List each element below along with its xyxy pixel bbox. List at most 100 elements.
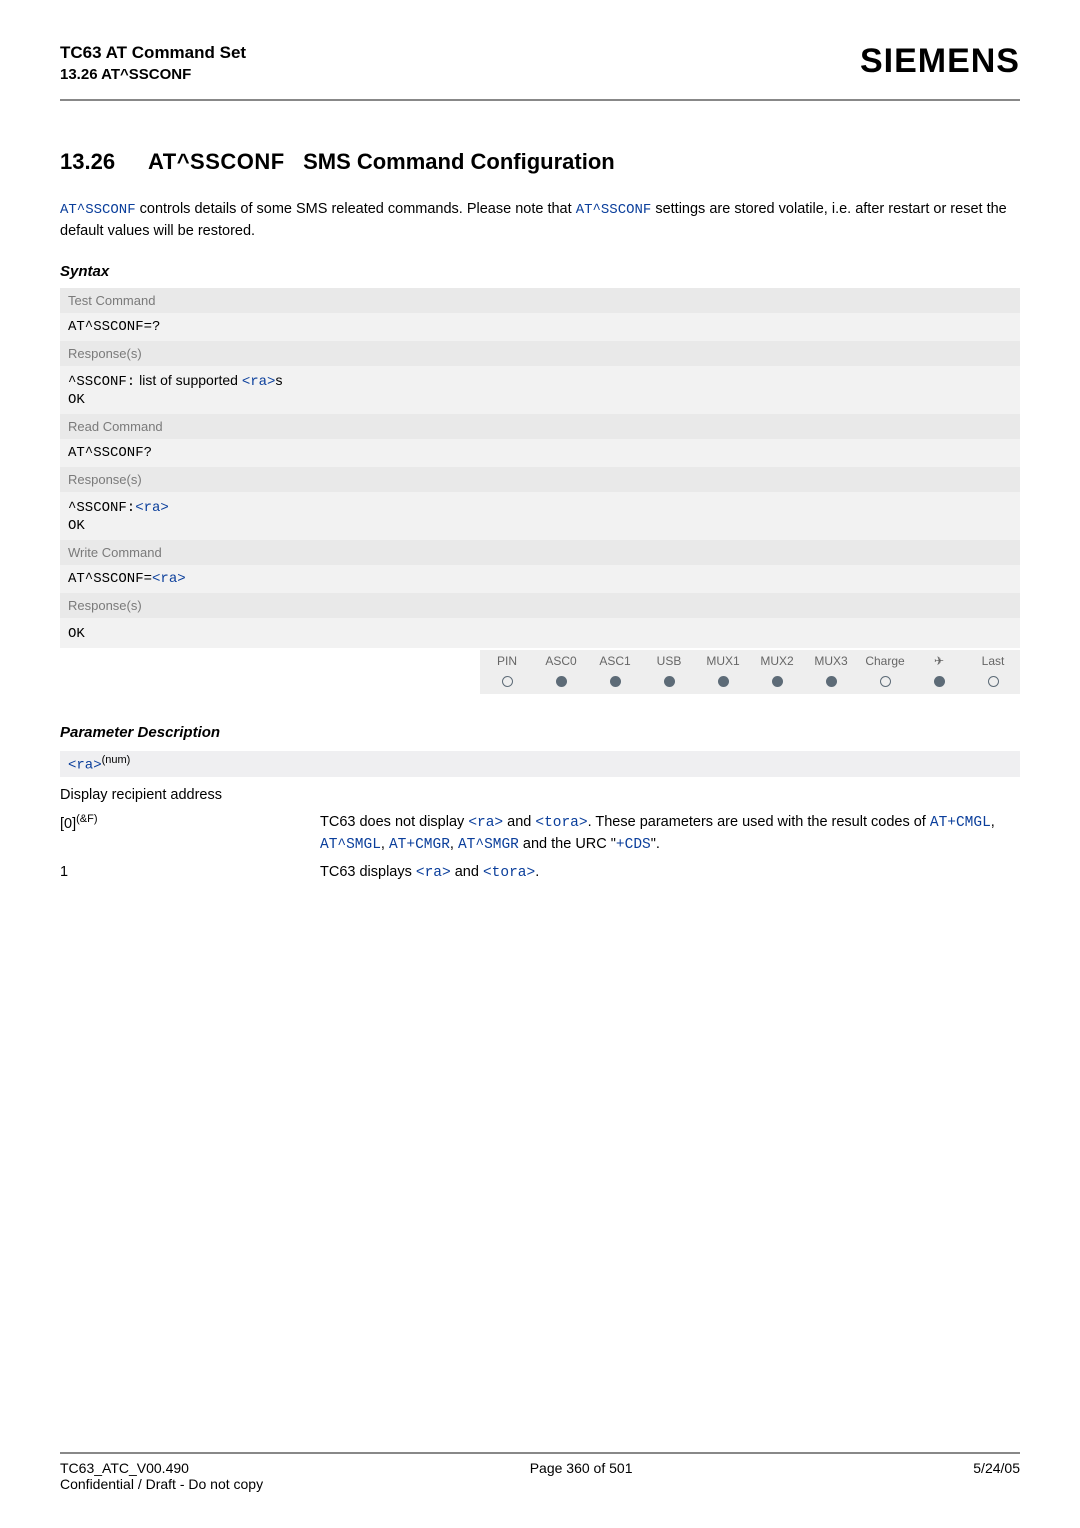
write-cmd-ra-link[interactable]: <ra>	[152, 571, 186, 587]
capability-table: PIN ASC0 ASC1 USB MUX1 MUX2 MUX3 Charge …	[480, 650, 1020, 694]
param-row-0-sup: (&F)	[76, 813, 97, 825]
write-command-code: AT^SSCONF=<ra>	[60, 565, 1020, 593]
capability-header-row: PIN ASC0 ASC1 USB MUX1 MUX2 MUX3 Charge …	[480, 650, 1020, 672]
footer-right: 5/24/05	[973, 1460, 1020, 1476]
r0-t2: . These parameters are used with the res…	[588, 814, 930, 830]
cap-h-4: MUX1	[696, 650, 750, 672]
write-resp-ok: OK	[68, 626, 85, 642]
dot-full-icon	[826, 676, 837, 687]
page-footer: TC63_ATC_V00.490 Page 360 of 501 5/24/05…	[60, 1452, 1020, 1492]
brand-logo: SIEMENS	[860, 42, 1020, 81]
syntax-block: Test Command AT^SSCONF=? Response(s) ^SS…	[60, 288, 1020, 648]
r0-c4-link[interactable]: AT^SMGR	[458, 837, 519, 853]
read-response-body: ^SSCONF:<ra> OK	[60, 492, 1020, 540]
dot-empty-icon	[502, 676, 513, 687]
cap-h-0: PIN	[480, 650, 534, 672]
parameter-heading: Parameter Description	[60, 724, 1020, 741]
dot-full-icon	[556, 676, 567, 687]
cap-h-5: MUX2	[750, 650, 804, 672]
dot-full-icon	[610, 676, 621, 687]
header-divider	[60, 99, 1020, 101]
r1-tora-link[interactable]: <tora>	[483, 865, 535, 881]
capability-value-row	[480, 672, 1020, 694]
parameter-ra-link[interactable]: <ra>	[68, 758, 102, 774]
dot-empty-icon	[988, 676, 999, 687]
test-response-label: Response(s)	[60, 341, 1020, 366]
doc-title: TC63 AT Command Set	[60, 42, 246, 65]
test-resp-mid: list of supported	[139, 372, 242, 388]
intro-cmd-link-1[interactable]: AT^SSCONF	[60, 202, 136, 218]
r0-c5-link[interactable]: +CDS	[616, 837, 651, 853]
write-command-label: Write Command	[60, 540, 1020, 565]
footer-sub: Confidential / Draft - Do not copy	[60, 1476, 1020, 1492]
intro-text-1: controls details of some SMS releated co…	[136, 201, 576, 217]
write-cmd-prefix: AT^SSCONF=	[68, 571, 152, 587]
r1-ra-link[interactable]: <ra>	[416, 865, 451, 881]
dot-empty-icon	[880, 676, 891, 687]
cap-v-4	[696, 672, 750, 694]
cap-h-9: Last	[966, 650, 1020, 672]
test-resp-prefix: ^SSCONF:	[68, 374, 135, 390]
r1-and: and	[451, 864, 483, 880]
read-resp-prefix: ^SSCONF:	[68, 500, 135, 516]
page-header: TC63 AT Command Set 13.26 AT^SSCONF SIEM…	[60, 42, 1020, 85]
r1-t1: TC63 displays	[320, 864, 416, 880]
r0-c2-link[interactable]: AT^SMGL	[320, 837, 381, 853]
dot-full-icon	[718, 676, 729, 687]
cap-v-2	[588, 672, 642, 694]
r0-t1: TC63 does not display	[320, 814, 468, 830]
param-row-0: [0](&F) TC63 does not display <ra> and <…	[60, 812, 1020, 856]
cap-h-8-plane-icon: ✈	[912, 650, 966, 672]
section-number: 13.26	[60, 149, 148, 175]
test-resp-suffix: s	[275, 372, 282, 388]
parameter-desc: Display recipient address	[60, 785, 1020, 806]
cap-h-6: MUX3	[804, 650, 858, 672]
read-resp-ok: OK	[68, 518, 85, 534]
cap-v-3	[642, 672, 696, 694]
test-resp-ra-link[interactable]: <ra>	[242, 374, 276, 390]
cap-h-2: ASC1	[588, 650, 642, 672]
r0-ra-link[interactable]: <ra>	[468, 815, 503, 831]
section-heading: 13.26 AT^SSCONF SMS Command Configuratio…	[60, 149, 1020, 175]
test-resp-ok: OK	[68, 392, 85, 408]
cap-v-0	[480, 672, 534, 694]
r0-c1-link[interactable]: AT+CMGL	[930, 815, 991, 831]
write-response-label: Response(s)	[60, 593, 1020, 618]
param-row-1: 1 TC63 displays <ra> and <tora>.	[60, 862, 1020, 884]
dot-full-icon	[664, 676, 675, 687]
cap-v-9	[966, 672, 1020, 694]
section-title-text: AT^SSCONF SMS Command Configuration	[148, 149, 615, 175]
parameter-body: Display recipient address [0](&F) TC63 d…	[60, 785, 1020, 884]
param-row-1-left: 1	[60, 862, 320, 884]
cap-h-3: USB	[642, 650, 696, 672]
r1-t2: .	[535, 864, 539, 880]
header-left: TC63 AT Command Set 13.26 AT^SSCONF	[60, 42, 246, 85]
test-command-label: Test Command	[60, 288, 1020, 313]
cap-v-6	[804, 672, 858, 694]
r0-t3: and the URC "	[519, 836, 616, 852]
r0-c3-link[interactable]: AT+CMGR	[389, 837, 450, 853]
syntax-heading: Syntax	[60, 263, 1020, 280]
r0-t4: ".	[651, 836, 660, 852]
param-row-0-right: TC63 does not display <ra> and <tora>. T…	[320, 812, 1020, 856]
intro-cmd-link-2[interactable]: AT^SSCONF	[576, 202, 652, 218]
footer-center: Page 360 of 501	[530, 1460, 633, 1476]
param-row-0-val: [0]	[60, 816, 76, 832]
write-response-body: OK	[60, 618, 1020, 648]
section-title-rest: SMS Command Configuration	[303, 149, 615, 174]
dot-full-icon	[934, 676, 945, 687]
parameter-name-box: <ra>(num)	[60, 751, 1020, 777]
test-command-code: AT^SSCONF=?	[60, 313, 1020, 341]
param-row-1-right: TC63 displays <ra> and <tora>.	[320, 862, 1020, 884]
test-response-body: ^SSCONF: list of supported <ra>s OK	[60, 366, 1020, 414]
read-resp-ra-link[interactable]: <ra>	[135, 500, 169, 516]
doc-subtitle: 13.26 AT^SSCONF	[60, 65, 246, 85]
cap-v-8	[912, 672, 966, 694]
r0-tora-link[interactable]: <tora>	[535, 815, 587, 831]
intro-paragraph: AT^SSCONF controls details of some SMS r…	[60, 199, 1020, 241]
cap-v-1	[534, 672, 588, 694]
footer-divider	[60, 1452, 1020, 1454]
cap-h-1: ASC0	[534, 650, 588, 672]
cap-v-7	[858, 672, 912, 694]
read-command-code: AT^SSCONF?	[60, 439, 1020, 467]
